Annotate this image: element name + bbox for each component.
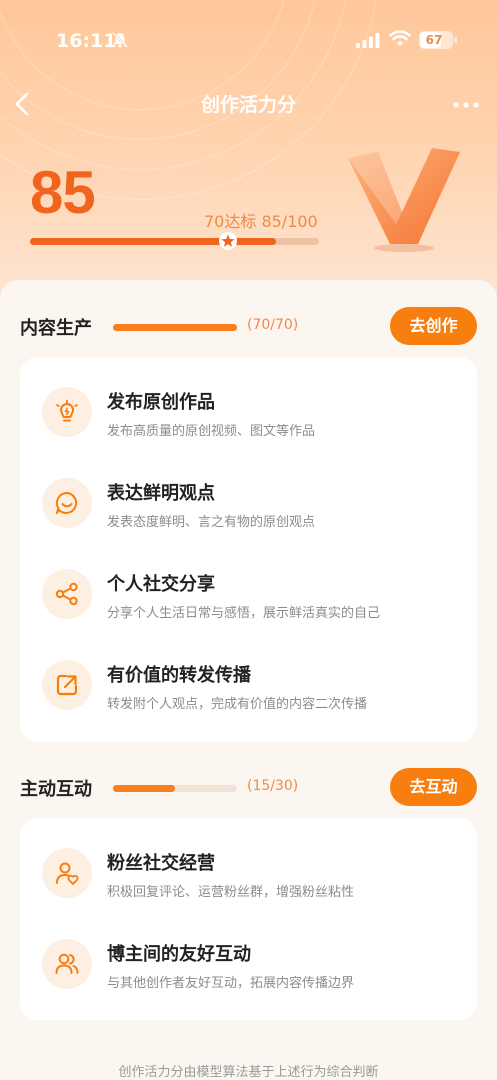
content-items-panel: 发布原创作品 发布高质量的原创视频、图文等作品 表达鲜明观点 发表态度鲜明、言之… xyxy=(20,357,477,742)
threshold-star-icon xyxy=(218,232,237,250)
icon-badge xyxy=(42,387,92,437)
wifi-icon xyxy=(389,30,411,46)
item-description: 发表态度鲜明、言之有物的原创观点 xyxy=(107,515,316,530)
section-progress-fill xyxy=(113,324,237,331)
battery-text: 67 xyxy=(425,33,443,47)
users-icon xyxy=(55,953,79,974)
go-create-button[interactable]: 去创作 xyxy=(390,307,477,345)
battery-nub xyxy=(454,37,457,43)
section-count: (70/70) xyxy=(247,317,299,333)
go-interact-button[interactable]: 去互动 xyxy=(390,768,477,806)
page-title: 创作活力分 xyxy=(200,94,296,116)
list-item[interactable]: 发布原创作品 发布高质量的原创视频、图文等作品 xyxy=(20,387,477,478)
interaction-items-panel: 粉丝社交经营 积极回复评论、运营粉丝群，增强粉丝粘性 博主间的友好互动 与其他创… xyxy=(20,818,477,1020)
mute-bell-icon xyxy=(112,32,128,48)
forward-icon xyxy=(56,674,78,696)
section-header-content: 内容生产 (70/70) 去创作 xyxy=(0,306,497,346)
icon-badge xyxy=(42,939,92,989)
item-description: 积极回复评论、运营粉丝群，增强粉丝粘性 xyxy=(107,885,355,900)
section-count: (15/30) xyxy=(247,778,299,794)
section-progress-fill xyxy=(113,785,175,792)
share-icon xyxy=(55,582,78,606)
v-badge-logo xyxy=(348,148,460,252)
status-time: 16:11 xyxy=(56,30,117,52)
item-title: 粉丝社交经营 xyxy=(107,853,215,874)
section-title: 主动互动 xyxy=(20,779,92,800)
item-title: 个人社交分享 xyxy=(107,574,215,595)
list-item[interactable]: 博主间的友好互动 与其他创作者友好互动，拓展内容传播边界 xyxy=(20,939,477,1030)
icon-badge xyxy=(42,569,92,619)
score-progress-bar xyxy=(30,238,319,245)
list-item[interactable]: 有价值的转发传播 转发附个人观点，完成有价值的内容二次传播 xyxy=(20,660,477,751)
item-description: 分享个人生活日常与感悟，展示鲜活真实的自己 xyxy=(107,606,381,621)
score-progress-fill xyxy=(30,238,276,245)
smile-icon xyxy=(55,491,78,514)
icon-badge xyxy=(42,848,92,898)
list-item[interactable]: 粉丝社交经营 积极回复评论、运营粉丝群，增强粉丝粘性 xyxy=(20,848,477,939)
section-progress-bar xyxy=(113,785,237,792)
footer-note: 创作活力分由模型算法基于上述行为综合判断 xyxy=(118,1065,379,1080)
bulb-icon xyxy=(56,399,78,422)
item-description: 转发附个人观点，完成有价值的内容二次传播 xyxy=(107,697,368,712)
fan-heart-icon xyxy=(56,862,79,885)
item-description: 发布高质量的原创视频、图文等作品 xyxy=(107,424,316,439)
item-title: 有价值的转发传播 xyxy=(107,665,251,686)
section-progress-bar xyxy=(113,324,237,331)
list-item[interactable]: 个人社交分享 分享个人生活日常与感悟，展示鲜活真实的自己 xyxy=(20,569,477,660)
battery-indicator: 67 xyxy=(419,31,453,49)
section-title: 内容生产 xyxy=(20,318,92,339)
status-bar: 16:11 67 xyxy=(0,0,497,80)
icon-badge xyxy=(42,478,92,528)
section-header-interaction: 主动互动 (15/30) 去互动 xyxy=(0,767,497,807)
more-options-icon[interactable] xyxy=(452,101,480,109)
item-title: 发布原创作品 xyxy=(107,392,215,413)
item-description: 与其他创作者友好互动，拓展内容传播边界 xyxy=(107,976,355,991)
score-target-text: 70达标 85/100 xyxy=(204,212,318,231)
item-title: 表达鲜明观点 xyxy=(107,483,215,504)
icon-badge xyxy=(42,660,92,710)
score-value: 85 xyxy=(30,159,96,226)
signal-icon xyxy=(356,33,380,48)
item-title: 博主间的友好互动 xyxy=(107,944,251,965)
list-item[interactable]: 表达鲜明观点 发表态度鲜明、言之有物的原创观点 xyxy=(20,478,477,569)
